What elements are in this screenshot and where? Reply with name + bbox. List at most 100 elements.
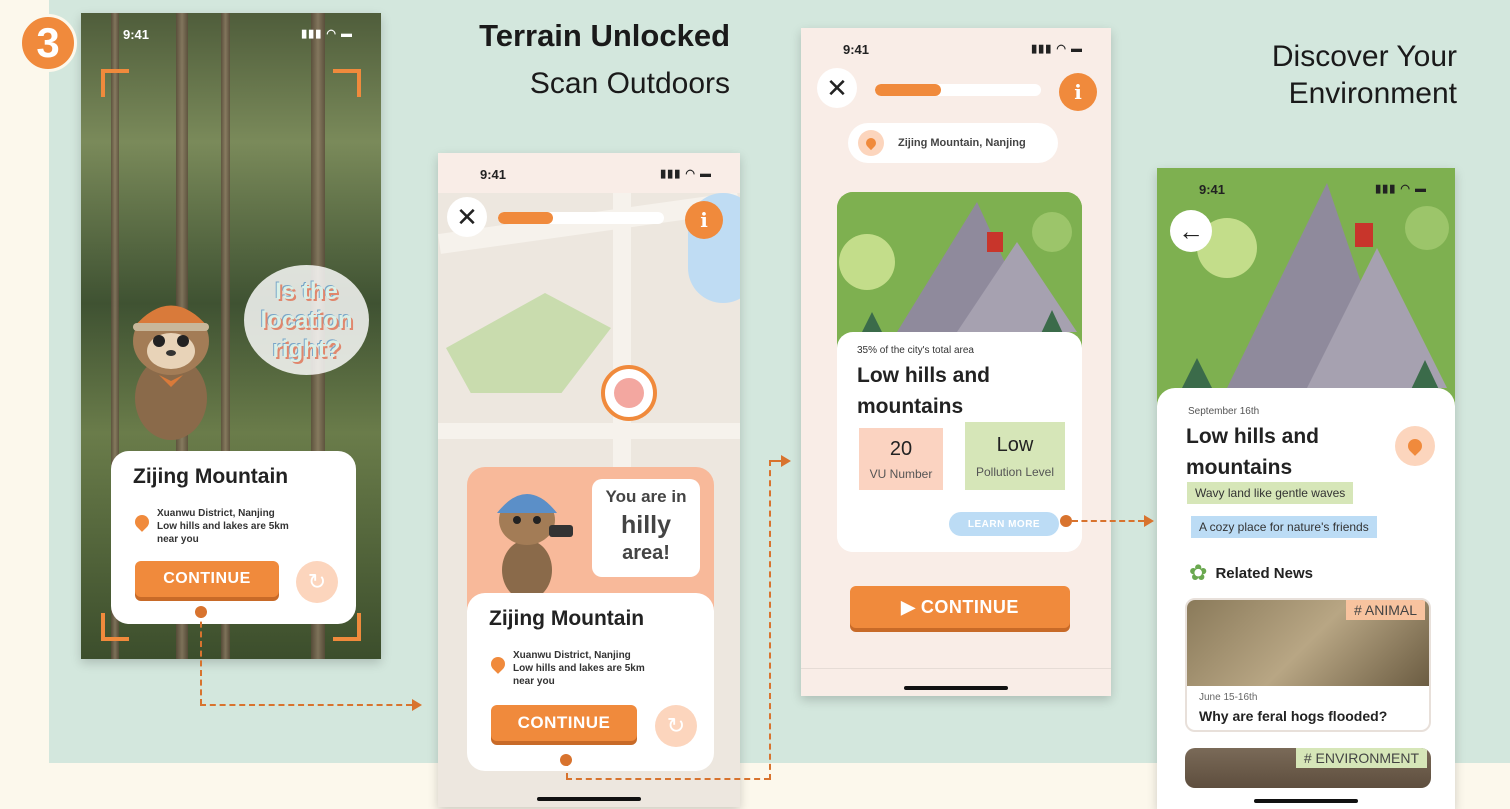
pollution-label: Pollution Level: [975, 464, 1055, 479]
location-pill: Zijing Mountain, Nanjing: [848, 123, 1058, 163]
news-tag: # ENVIRONMENT: [1295, 748, 1427, 768]
status-icons: ▮▮▮ ◠ ▬: [301, 28, 353, 40]
title-line: mountains: [1186, 456, 1293, 479]
terrain-unlocked-title: Terrain Unlocked: [479, 18, 730, 53]
terrain-title: Low hills and mountains: [857, 360, 990, 422]
hilly-area-bubble: You are in hilly area!: [592, 479, 700, 577]
close-icon[interactable]: ✕: [817, 68, 857, 108]
location-card: Zijing Mountain Xuanwu District, Nanjing…: [111, 451, 356, 624]
status-icons: ▮▮▮ ◠ ▬: [660, 168, 712, 180]
speech-line: location: [260, 306, 353, 334]
vu-label: VU Number: [869, 466, 933, 481]
status-time: 9:41: [843, 42, 870, 57]
status-icons: ▮▮▮ ◠ ▬: [1031, 43, 1083, 55]
feature-tag: Wavy land like gentle waves: [1187, 482, 1354, 504]
detail-date: September 16th: [1188, 406, 1260, 417]
status-bar: 9:41 ▮▮▮ ◠ ▬: [438, 153, 740, 193]
title-line: mountains: [857, 395, 964, 418]
avatar: [614, 378, 644, 408]
address-line: near you: [157, 534, 199, 545]
pollution-level-stat: Low Pollution Level: [965, 422, 1065, 490]
phone-terrain-result: 9:41 ▮▮▮ ◠ ▬ ✕ i Zijing Mountain, Nanjin…: [801, 28, 1111, 696]
status-bar: 9:41 ▮▮▮ ◠ ▬: [801, 28, 1111, 62]
news-title: Why are feral hogs flooded?: [1199, 708, 1388, 724]
otter-mascot-icon: [133, 305, 209, 440]
news-card[interactable]: # ENVIRONMENT: [1185, 748, 1431, 788]
address-line: Xuanwu District, Nanjing: [513, 650, 631, 661]
scan-corner-icon: [101, 69, 129, 97]
location-pin-icon: [132, 512, 152, 532]
flow-connector: [200, 704, 412, 706]
status-bar: 9:41 ▮▮▮ ◠ ▬: [81, 13, 381, 47]
status-time: 9:41: [480, 167, 507, 182]
progress-fill: [875, 84, 942, 96]
otter-explorer-icon: [497, 494, 573, 600]
address-line: Low hills and lakes are 5km: [157, 521, 289, 532]
flow-arrow-icon: [1144, 515, 1154, 527]
mascot-message-card: You are in hilly area!: [467, 467, 714, 612]
close-icon[interactable]: ✕: [447, 197, 487, 237]
flow-arrow-icon: [412, 699, 422, 711]
flow-connector-dot: [1060, 515, 1072, 527]
location-pin-icon[interactable]: [1395, 426, 1435, 466]
home-indicator: [537, 797, 641, 801]
address-line: Xuanwu District, Nanjing: [157, 508, 275, 519]
flow-connector: [769, 460, 771, 780]
title-line: Low hills and: [1186, 425, 1320, 448]
refresh-icon[interactable]: ↻: [296, 561, 338, 603]
location-pin-icon: [858, 130, 884, 156]
progress-bar: [875, 84, 1041, 96]
flow-connector: [200, 612, 202, 705]
continue-button[interactable]: CONTINUE: [491, 705, 637, 741]
back-arrow-icon[interactable]: ←: [1170, 210, 1212, 252]
mountain-illustration-icon: [1157, 168, 1455, 408]
news-date: June 15-16th: [1199, 692, 1258, 703]
status-time: 9:41: [123, 27, 150, 42]
location-card: Zijing Mountain Xuanwu District, Nanjing…: [467, 593, 714, 771]
area-note: 35% of the city's total area: [857, 345, 974, 356]
bubble-line: You are in: [605, 487, 687, 506]
mountain-illustration-icon: [837, 192, 1082, 352]
flow-connector: [769, 460, 781, 462]
info-icon[interactable]: i: [1059, 73, 1097, 111]
status-icons: ▮▮▮ ◠ ▬: [1375, 183, 1427, 195]
location-question-bubble: Is the location right?: [244, 265, 369, 375]
detail-title: Low hills and mountains: [1186, 421, 1319, 483]
discover-line-2: Environment: [1288, 77, 1457, 110]
location-title: Zijing Mountain: [489, 607, 645, 630]
bubble-line: area!: [622, 542, 670, 564]
continue-button[interactable]: ▶ CONTINUE: [850, 586, 1070, 628]
terrain-card: 35% of the city's total area Low hills a…: [837, 192, 1082, 552]
title-line: Low hills and: [857, 364, 991, 387]
vu-number-stat: 20 VU Number: [859, 428, 943, 490]
detail-sheet: September 16th Low hills and mountains W…: [1157, 388, 1455, 809]
scan-outdoors-subtitle: Scan Outdoors: [529, 67, 730, 100]
flow-connector: [1072, 520, 1144, 522]
flow-arrow-icon: [781, 455, 791, 467]
bubble-line: hilly: [620, 511, 671, 539]
discover-line-1: Discover Your: [1271, 40, 1457, 73]
phone-environment-detail: 9:41 ▮▮▮ ◠ ▬ ← September 16th Low hills …: [1157, 168, 1455, 809]
flow-connector: [566, 778, 770, 780]
learn-more-button[interactable]: LEARN MORE: [949, 512, 1059, 536]
speech-line: Is the: [275, 277, 338, 305]
divider: [801, 668, 1111, 669]
refresh-icon[interactable]: ↻: [655, 705, 697, 747]
progress-fill: [498, 212, 553, 224]
map-hill-area: [446, 293, 611, 393]
home-indicator: [904, 686, 1008, 690]
news-card[interactable]: # ANIMAL June 15-16th Why are feral hogs…: [1185, 598, 1431, 732]
phone-scan-camera: 9:41 ▮▮▮ ◠ ▬ Is the location right? Ziji…: [81, 13, 381, 659]
continue-button[interactable]: CONTINUE: [135, 561, 279, 597]
address-row: Xuanwu District, Nanjing Low hills and l…: [132, 507, 289, 546]
user-location-pin-icon: [601, 365, 657, 421]
location-name: Zijing Mountain, Nanjing: [898, 137, 1026, 149]
speech-line: right?: [272, 335, 341, 363]
step-badge: 3: [19, 14, 77, 72]
feature-tag: A cozy place for nature's friends: [1191, 516, 1377, 538]
info-icon[interactable]: i: [685, 201, 723, 239]
scan-corner-icon: [333, 69, 361, 97]
flow-connector: [566, 760, 568, 779]
home-indicator: [1254, 799, 1358, 803]
pollution-value: Low: [996, 433, 1034, 456]
